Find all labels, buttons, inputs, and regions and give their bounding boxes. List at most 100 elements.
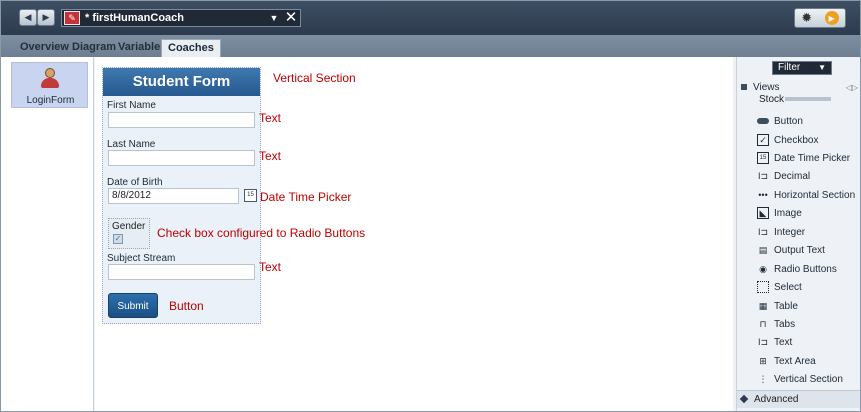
subject-stream-label: Subject Stream xyxy=(107,253,176,264)
palette-item-horizontal-section[interactable]: ••• Horizontal Section xyxy=(757,187,855,203)
checkbox-icon: ✓ xyxy=(757,134,769,146)
subject-stream-input[interactable] xyxy=(108,264,255,280)
palette-item-label: Checkbox xyxy=(774,134,819,146)
palette-item-label: Text Area xyxy=(774,355,816,367)
tab-coaches[interactable]: Coaches xyxy=(161,39,221,57)
integer-field-icon: I⊐ xyxy=(757,226,769,237)
annotation-dob: Date Time Picker xyxy=(260,190,352,204)
palette-item-label: Decimal xyxy=(774,170,811,182)
palette-item-label: Select xyxy=(774,281,802,293)
annotation-subject-stream: Text xyxy=(259,260,282,274)
button-icon xyxy=(757,115,769,127)
annotation-last-name: Text xyxy=(259,149,282,163)
select-icon xyxy=(757,281,769,293)
text-field-icon: I⊐ xyxy=(757,336,769,347)
palette-item-label: Output Text xyxy=(774,244,825,256)
palette-item-label: Button xyxy=(774,115,803,127)
coach-item-loginform[interactable]: LoginForm xyxy=(11,62,88,108)
tab-overview[interactable]: Overview xyxy=(17,39,72,57)
coach-list-panel: LoginForm xyxy=(1,57,94,411)
filter-dropdown[interactable]: Filter ▼ xyxy=(772,61,832,75)
stock-scroll-indicator xyxy=(785,97,831,101)
palette-item-checkbox[interactable]: ✓ Checkbox xyxy=(757,132,818,148)
palette-section-advanced[interactable]: Advanced xyxy=(737,390,860,408)
palette-item-label: Radio Buttons xyxy=(774,263,837,275)
close-icon[interactable]: ✕ xyxy=(282,10,300,26)
document-selector[interactable]: ✎ * firstHumanCoach ▼ ✕ xyxy=(61,9,301,27)
last-name-input[interactable] xyxy=(108,150,255,166)
palette-item-label: Horizontal Section xyxy=(774,189,856,201)
palette-item-decimal[interactable]: I⊐ Decimal xyxy=(757,168,810,184)
stock-label: Stock xyxy=(759,94,785,105)
gender-checkbox[interactable]: ✓ xyxy=(113,234,123,244)
palette-section-views[interactable]: Views xyxy=(741,82,780,93)
student-form-vertical-section[interactable]: Student Form First Name Last Name Date o… xyxy=(102,67,261,324)
tabs-icon: ⊓ xyxy=(759,318,767,329)
palette-item-label: Image xyxy=(774,207,802,219)
forward-arrow-icon[interactable]: ▶ xyxy=(37,9,55,26)
palette-item-table[interactable]: ▦ Table xyxy=(757,298,798,314)
dob-input[interactable]: 8/8/2012 xyxy=(108,188,239,204)
first-name-input[interactable] xyxy=(108,112,255,128)
human-service-icon: ✎ xyxy=(64,11,80,25)
palette-item-label: Integer xyxy=(774,226,806,238)
editor-tabs: Overview Diagram Variables Coaches xyxy=(1,35,860,57)
debug-bug-icon[interactable]: ✹ xyxy=(801,10,812,26)
palette-item-text[interactable]: I⊐ Text xyxy=(757,334,792,350)
palette-item-label: Tabs xyxy=(774,318,796,330)
last-name-label: Last Name xyxy=(107,139,156,150)
chevron-down-icon[interactable]: ▼ xyxy=(266,13,282,23)
annotation-submit: Button xyxy=(169,299,204,313)
annotation-gender: Check box configured to Radio Buttons xyxy=(157,226,366,240)
palette-item-text-area[interactable]: ⊞ Text Area xyxy=(757,353,816,369)
annotation-vertical-section: Vertical Section xyxy=(273,71,356,85)
user-coach-icon xyxy=(40,68,60,88)
chevron-down-icon: ▼ xyxy=(818,63,826,72)
vertical-section-icon: ⋮ xyxy=(758,373,768,384)
filter-label: Filter xyxy=(778,62,801,73)
back-arrow-icon[interactable]: ◀ xyxy=(19,9,37,26)
advanced-label: Advanced xyxy=(754,394,799,405)
coach-item-label: LoginForm xyxy=(26,95,75,106)
title-bar: ◀ ▶ ✎ * firstHumanCoach ▼ ✕ ✹ ▶ xyxy=(1,1,860,35)
palette-item-label: Text xyxy=(774,336,793,348)
collapse-icon[interactable]: ◁▷ xyxy=(846,83,858,92)
process-designer-window: ◀ ▶ ✎ * firstHumanCoach ▼ ✕ ✹ ▶ Overview… xyxy=(0,0,861,412)
palette-item-tabs[interactable]: ⊓ Tabs xyxy=(757,316,795,332)
palette-item-label: Date Time Picker xyxy=(774,152,851,164)
table-icon: ▦ xyxy=(758,300,768,311)
palette-item-output-text[interactable]: ▤ Output Text xyxy=(757,242,825,258)
output-text-icon: ▤ xyxy=(758,244,768,255)
calendar-icon[interactable]: 15 xyxy=(244,189,257,202)
annotation-first-name: Text xyxy=(259,111,282,125)
dob-label: Date of Birth xyxy=(107,177,163,188)
palette-item-label: Table xyxy=(774,300,798,312)
palette-panel: Filter ▼ ◁▷ Views Stock Button ✓ Checkbo… xyxy=(736,57,860,411)
tab-diagram[interactable]: Diagram xyxy=(69,39,119,57)
submit-button[interactable]: Submit xyxy=(108,293,158,318)
palette-item-label: Vertical Section xyxy=(774,373,843,385)
palette-item-date-time-picker[interactable]: 15 Date Time Picker xyxy=(757,150,850,166)
radio-icon: ◉ xyxy=(759,263,767,274)
coach-design-canvas: Student Form First Name Last Name Date o… xyxy=(95,57,733,411)
gender-section: Gender ✓ xyxy=(108,218,150,249)
run-tools: ✹ ▶ xyxy=(794,8,846,28)
gender-label: Gender xyxy=(112,221,146,232)
palette-item-radio-buttons[interactable]: ◉ Radio Buttons xyxy=(757,261,837,277)
palette-item-integer[interactable]: I⊐ Integer xyxy=(757,224,805,240)
run-play-icon[interactable]: ▶ xyxy=(824,11,839,25)
decimal-field-icon: I⊐ xyxy=(757,170,769,181)
palette-item-select[interactable]: Select xyxy=(757,279,802,295)
image-icon: ◣ xyxy=(757,207,769,219)
first-name-label: First Name xyxy=(107,100,156,111)
text-area-icon: ⊞ xyxy=(759,355,767,366)
views-label: Views xyxy=(753,82,780,93)
calendar-icon: 15 xyxy=(757,152,769,164)
section-toggle-icon xyxy=(739,394,749,404)
document-title: * firstHumanCoach xyxy=(85,12,185,24)
palette-item-vertical-section[interactable]: ⋮ Vertical Section xyxy=(757,371,843,387)
form-title: Student Form xyxy=(103,68,260,96)
section-toggle-icon xyxy=(741,84,747,90)
palette-item-button[interactable]: Button xyxy=(757,113,803,129)
palette-item-image[interactable]: ◣ Image xyxy=(757,205,802,221)
